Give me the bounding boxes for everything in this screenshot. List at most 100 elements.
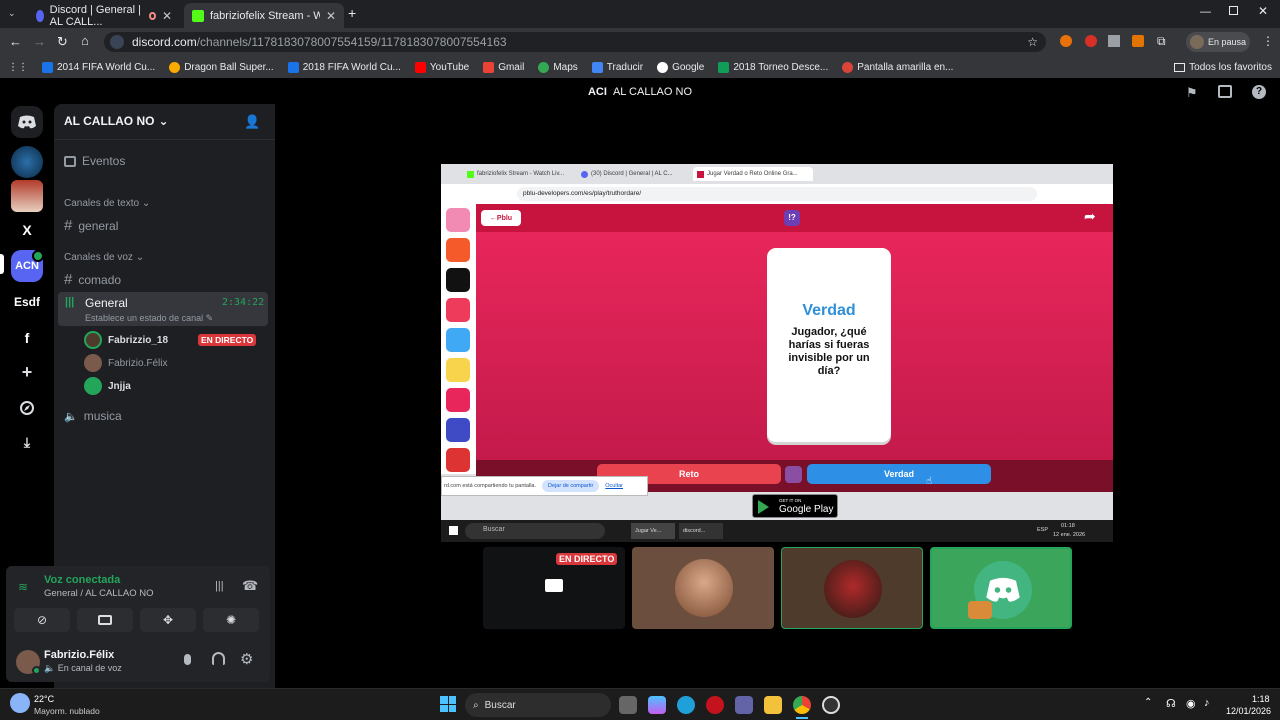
explore-icon[interactable] <box>11 392 43 424</box>
bookmark-item[interactable]: Maps <box>538 61 578 73</box>
bookmark-item[interactable]: 2018 FIFA World Cu... <box>287 61 401 73</box>
game-icon[interactable] <box>446 238 470 262</box>
task-view-icon[interactable] <box>619 696 637 714</box>
bookmark-item[interactable]: Google <box>657 61 704 73</box>
inbox-icon[interactable] <box>1218 85 1232 98</box>
voice-location[interactable]: General / AL CALLAO NO <box>44 588 153 599</box>
server-icon-f[interactable]: f <box>11 322 43 354</box>
network-icon[interactable]: ◉ <box>1186 697 1196 710</box>
voice-user-fabrizzio18[interactable]: Fabrizzio_18 EN DIRECTO <box>84 331 257 349</box>
voice-user-jnjja[interactable]: Jnjja <box>84 377 131 395</box>
channel-status-prompt[interactable]: Establece un estado de canal ✎ <box>85 313 213 324</box>
back-icon[interactable]: ← <box>9 34 22 49</box>
microphone-icon[interactable] <box>184 654 191 665</box>
close-window-button[interactable]: ✕ <box>1258 4 1268 18</box>
restore-button[interactable] <box>1229 6 1238 15</box>
bookmark-item[interactable]: 2018 Torneo Desce... <box>718 61 828 73</box>
headphones-icon[interactable] <box>212 652 225 665</box>
extensions-icon[interactable]: ⧉ <box>1157 34 1166 49</box>
clock-date[interactable]: 12/01/2026 <box>1226 706 1271 716</box>
tray-chevron-icon[interactable]: ⌃ <box>1144 697 1152 708</box>
edge-icon[interactable] <box>677 696 695 714</box>
extension-puzzle-icon[interactable] <box>1108 35 1120 47</box>
stop-share-button[interactable]: Dejar de compartir <box>542 480 600 492</box>
all-bookmarks[interactable]: Todos los favoritos <box>1174 62 1272 73</box>
wifi-icon[interactable]: ☊ <box>1166 697 1176 710</box>
server-icon-esdf[interactable]: Esdf <box>11 286 43 318</box>
game-icon[interactable] <box>446 268 470 292</box>
shared-screen-stream[interactable]: fabriziofelix Stream - Watch Liv... (30)… <box>441 164 1113 542</box>
text-channels-category[interactable]: Canales de texto ⌄ <box>64 198 150 209</box>
activities-button[interactable]: ✥ <box>140 608 196 632</box>
channel-comado[interactable]: # comado <box>64 271 121 288</box>
game-icon[interactable] <box>446 388 470 412</box>
close-tab-icon[interactable]: ✕ <box>326 9 336 23</box>
bookmark-item[interactable]: Dragon Ball Super... <box>169 61 274 73</box>
tab-search-icon[interactable]: ⌄ <box>8 8 16 19</box>
back-pblu-button[interactable]: ← Pblu <box>481 210 521 226</box>
teams-icon[interactable] <box>735 696 753 714</box>
home-icon[interactable]: ⌂ <box>81 33 89 48</box>
copilot-icon[interactable] <box>648 696 666 714</box>
bookmark-item[interactable]: Gmail <box>483 61 524 73</box>
server-icon-globe[interactable] <box>11 146 43 178</box>
dice-icon[interactable] <box>785 466 802 483</box>
extension-fire-icon[interactable] <box>1060 35 1072 47</box>
menu-icon[interactable]: ⋮ <box>1262 34 1274 48</box>
minimize-button[interactable]: — <box>1200 6 1211 18</box>
participant-tile-jnjja[interactable] <box>930 547 1072 629</box>
bookmark-item[interactable]: Traducir <box>591 61 643 73</box>
discord-home-icon[interactable] <box>11 106 43 138</box>
bookmark-item[interactable]: 2014 FIFA World Cu... <box>42 61 155 73</box>
game-icon[interactable] <box>446 448 470 472</box>
apps-icon[interactable]: ⋮⋮ <box>8 62 28 73</box>
share-icon[interactable]: ➦ <box>1084 208 1096 225</box>
reload-icon[interactable]: ↻ <box>57 34 68 50</box>
server-icon-x[interactable]: X <box>11 214 43 246</box>
start-button[interactable] <box>440 696 456 712</box>
voice-channel-general[interactable]: ||| General 2:34:22 Establece un estado … <box>58 292 268 326</box>
google-play-badge[interactable]: GET IT ON Google Play <box>752 494 838 518</box>
soundboard-button[interactable]: ✺ <box>203 608 259 632</box>
extension-wifi-icon[interactable] <box>1085 35 1097 47</box>
camera-off-button[interactable]: ⊘ <box>14 608 70 632</box>
channel-general[interactable]: # general <box>64 217 118 234</box>
invite-icon[interactable]: 👤 <box>244 114 260 130</box>
file-explorer-icon[interactable] <box>764 696 782 714</box>
participant-tile-stream[interactable]: EN DIRECTO <box>483 547 625 629</box>
game-icon[interactable] <box>446 358 470 382</box>
events-item[interactable]: Eventos <box>64 154 125 168</box>
download-icon[interactable]: ⤓ <box>11 426 43 458</box>
app-icon[interactable] <box>706 696 724 714</box>
chrome-icon[interactable] <box>793 696 811 714</box>
profile-button[interactable]: En pausa <box>1186 32 1250 52</box>
obs-icon[interactable] <box>822 696 840 714</box>
flag-icon[interactable]: ⚑ <box>1186 85 1198 101</box>
help-icon[interactable]: ? <box>1252 85 1266 99</box>
add-server-icon[interactable]: + <box>11 356 43 388</box>
hide-button[interactable]: Ocultar <box>605 483 623 489</box>
noise-icon[interactable]: ||| <box>215 580 224 592</box>
server-icon-photo[interactable] <box>11 180 43 212</box>
voice-channels-category[interactable]: Canales de voz ⌄ <box>64 252 144 263</box>
truth-button[interactable]: Verdad <box>807 464 991 484</box>
forward-icon[interactable]: → <box>33 34 46 49</box>
channel-musica[interactable]: 🔈 musica <box>64 409 122 423</box>
voice-user-fabrizio-felix[interactable]: Fabrizio.Félix <box>84 354 167 372</box>
disconnect-icon[interactable]: ☎ <box>242 578 258 594</box>
new-tab-button[interactable]: + <box>348 5 356 21</box>
weather-icon[interactable] <box>10 693 30 713</box>
tab-kick-stream[interactable]: fabriziofelix Stream - Watch Live... ✕ <box>184 3 344 28</box>
site-info-icon[interactable] <box>110 35 124 49</box>
game-icon[interactable] <box>446 418 470 442</box>
game-icon[interactable] <box>446 208 470 232</box>
game-icon[interactable] <box>446 328 470 352</box>
clock-time[interactable]: 1:18 <box>1252 694 1270 704</box>
screen-share-button[interactable] <box>77 608 133 632</box>
game-icon[interactable] <box>446 298 470 322</box>
participant-tile-user[interactable] <box>632 547 774 629</box>
close-tab-icon[interactable]: ✕ <box>162 9 172 23</box>
server-header[interactable]: AL CALLAO NO ⌄ <box>64 114 169 128</box>
participant-tile-user-speaking[interactable] <box>781 547 923 629</box>
extension-shield-icon[interactable] <box>1132 35 1144 47</box>
